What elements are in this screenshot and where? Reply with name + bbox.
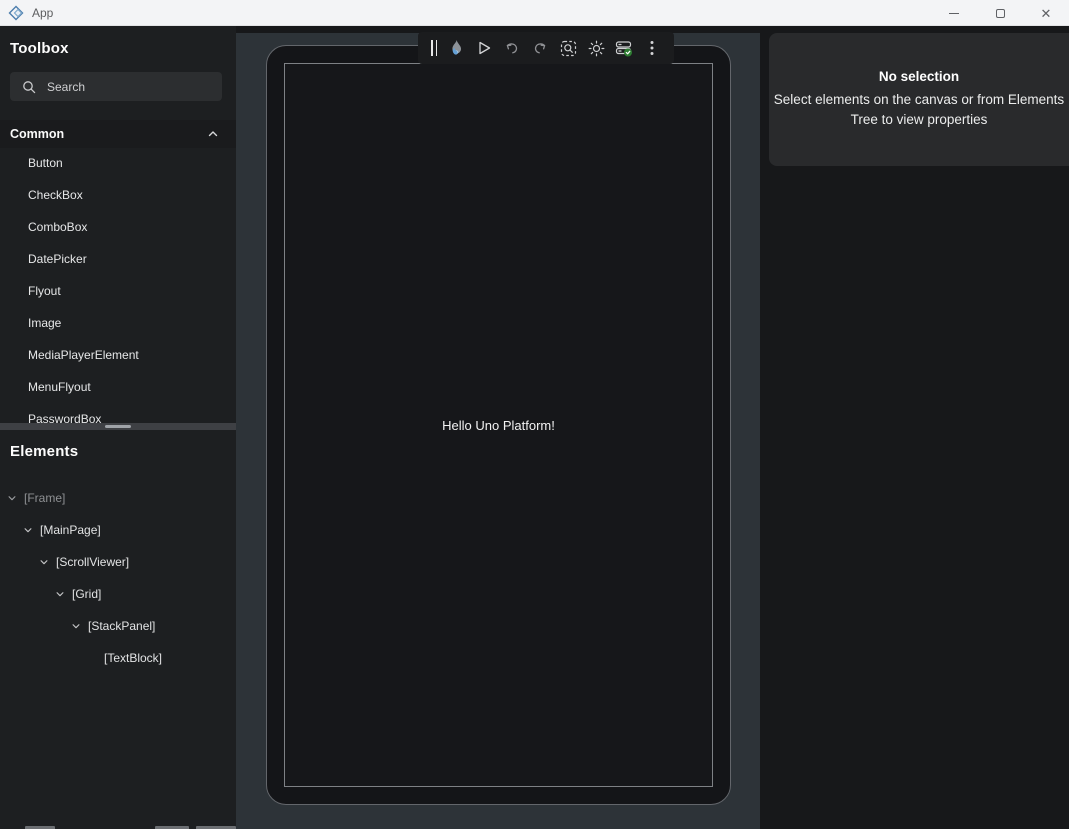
tree-item-label: [MainPage]	[40, 523, 101, 537]
minimize-button[interactable]	[931, 0, 977, 26]
chevron-down-icon[interactable]	[6, 492, 18, 504]
tree-item-label: [Grid]	[72, 587, 101, 601]
toolbox-item-image[interactable]: Image	[0, 307, 236, 339]
canvas-area: Hello Uno Platform!	[236, 26, 760, 829]
redo-button[interactable]	[526, 32, 554, 64]
properties-panel: No selection Select elements on the canv…	[760, 26, 1069, 829]
chevron-up-icon	[207, 128, 219, 140]
chevron-down-icon[interactable]	[22, 524, 34, 536]
search-input[interactable]	[47, 80, 197, 94]
splitter-grip-icon	[105, 425, 131, 428]
app-logo-icon	[8, 5, 24, 21]
toolbox-item-button[interactable]: Button	[0, 147, 236, 179]
window-title: App	[32, 6, 53, 20]
panel-splitter[interactable]	[0, 423, 236, 430]
tree-item-scrollviewer[interactable]: [ScrollViewer]	[0, 546, 236, 578]
close-icon: ✕	[1041, 7, 1052, 20]
tree-item-grid[interactable]: [Grid]	[0, 578, 236, 610]
theme-toggle-button[interactable]	[582, 32, 610, 64]
more-options-button[interactable]	[638, 32, 666, 64]
toolbox-search[interactable]	[10, 72, 222, 101]
theme-toggle-icon	[588, 40, 605, 57]
no-selection-card: No selection Select elements on the canv…	[769, 33, 1069, 166]
maximize-button[interactable]	[977, 0, 1023, 26]
undo-icon	[504, 40, 520, 56]
toolbox-item-menuflyout[interactable]: MenuFlyout	[0, 371, 236, 403]
toolbox-item-passwordbox[interactable]: PasswordBox	[0, 403, 236, 435]
play-icon	[476, 40, 492, 56]
tree-item-stackpanel[interactable]: [StackPanel]	[0, 610, 236, 642]
device-screen[interactable]: Hello Uno Platform!	[284, 63, 713, 787]
redo-icon	[532, 40, 548, 56]
device-frame: Hello Uno Platform!	[266, 45, 731, 805]
chevron-down-icon[interactable]	[70, 620, 82, 632]
elements-header: Elements	[10, 443, 78, 460]
toolbox-list: Button CheckBox ComboBox DatePicker Flyo…	[0, 147, 236, 435]
maximize-icon	[996, 9, 1005, 18]
play-button[interactable]	[470, 32, 498, 64]
toolbox-item-mediaplayerelement[interactable]: MediaPlayerElement	[0, 339, 236, 371]
canvas-viewport[interactable]: Hello Uno Platform!	[236, 33, 760, 829]
left-sidebar: Toolbox Common Button CheckBox ComboBox …	[0, 26, 236, 829]
checklist-icon	[615, 40, 633, 57]
tree-item-textblock[interactable]: [TextBlock]	[0, 642, 236, 674]
section-label: Common	[10, 127, 64, 141]
tree-item-label: [Frame]	[24, 491, 65, 505]
kebab-menu-icon	[650, 40, 654, 56]
tree-item-label: [TextBlock]	[104, 651, 162, 665]
tree-item-label: [ScrollViewer]	[56, 555, 129, 569]
tree-item-label: [StackPanel]	[88, 619, 155, 633]
no-selection-message: Select elements on the canvas or from El…	[771, 90, 1067, 130]
toolbox-item-datepicker[interactable]: DatePicker	[0, 243, 236, 275]
flame-icon	[448, 39, 465, 57]
window-controls: ✕	[931, 0, 1069, 26]
toolbox-item-combobox[interactable]: ComboBox	[0, 211, 236, 243]
undo-button[interactable]	[498, 32, 526, 64]
design-toolbar	[418, 32, 674, 64]
clipped-bottom-row	[0, 822, 236, 829]
chevron-down-icon[interactable]	[54, 588, 66, 600]
tree-item-frame[interactable]: [Frame]	[0, 482, 236, 514]
search-icon	[22, 80, 36, 94]
no-selection-title: No selection	[879, 69, 959, 84]
toolbox-section-common[interactable]: Common	[0, 120, 236, 148]
toolbox-item-checkbox[interactable]: CheckBox	[0, 179, 236, 211]
close-button[interactable]: ✕	[1023, 0, 1069, 26]
minimize-icon	[949, 13, 959, 14]
toolbox-item-flyout[interactable]: Flyout	[0, 275, 236, 307]
chevron-down-icon[interactable]	[38, 556, 50, 568]
drag-handle-icon	[431, 40, 437, 56]
elements-tree: [Frame] [MainPage] [ScrollViewer] [Grid]…	[0, 482, 236, 674]
toolbar-drag-handle[interactable]	[426, 32, 442, 64]
tree-item-mainpage[interactable]: [MainPage]	[0, 514, 236, 546]
element-picker-icon	[560, 40, 577, 57]
tree-chevron-spacer	[86, 652, 98, 664]
toolbox-header: Toolbox	[10, 40, 69, 57]
checklist-button[interactable]	[610, 32, 638, 64]
hot-design-button[interactable]	[442, 32, 470, 64]
element-picker-button[interactable]	[554, 32, 582, 64]
textblock-hello[interactable]: Hello Uno Platform!	[442, 418, 555, 433]
titlebar: App ✕	[0, 0, 1069, 26]
